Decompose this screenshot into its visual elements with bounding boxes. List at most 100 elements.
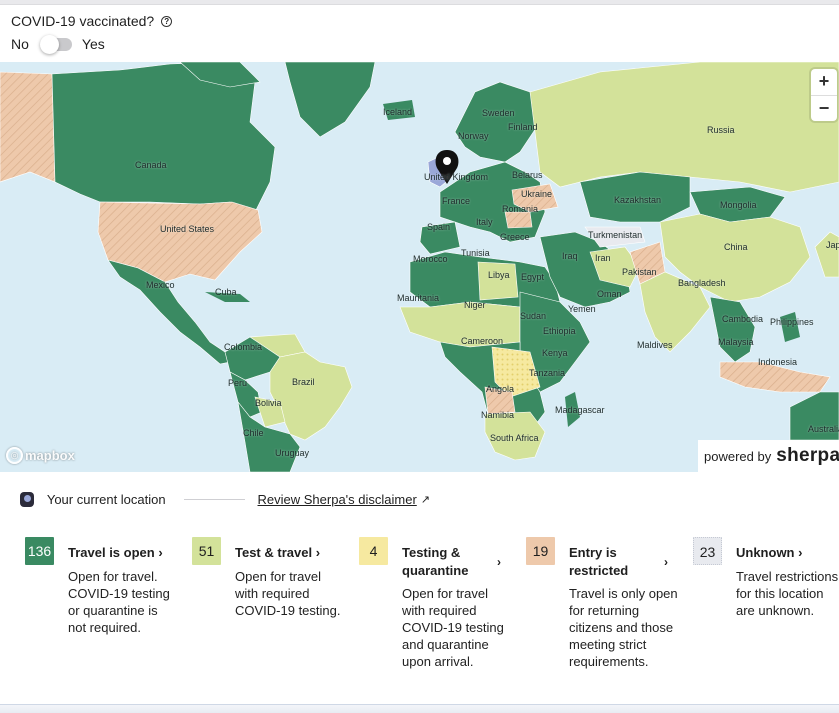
libya-region xyxy=(477,261,519,301)
legend-desc-line: not required. xyxy=(68,620,141,635)
divider-line xyxy=(183,498,245,500)
mapbox-logo-text: mapbox xyxy=(25,448,75,463)
legend-desc-line: upon arrival. xyxy=(402,654,474,669)
zoom-out-button[interactable]: − xyxy=(811,95,837,121)
map-label-finland: Finland xyxy=(508,122,538,132)
location-row: Your current location Review Sherpa's di… xyxy=(20,490,430,508)
map-label-cuba: Cuba xyxy=(215,287,237,297)
map-label-tanzania: Tanzania xyxy=(529,368,566,378)
legend-title: Test & travel › xyxy=(235,544,320,562)
top-bar xyxy=(0,0,839,5)
world-map[interactable]: Canada United States Mexico Cuba Colombi… xyxy=(0,62,839,472)
legend-desc-line: Travel restrictions xyxy=(736,569,839,584)
toggle-yes-label: Yes xyxy=(81,36,105,52)
chevron-right-icon: › xyxy=(158,545,163,560)
vaccination-question-label: COVID-19 vaccinated? xyxy=(11,13,155,29)
legend-desc-line: for this location xyxy=(736,586,824,601)
map-label-indonesia: Indonesia xyxy=(758,357,798,367)
map-label-morocco: Morocco xyxy=(413,254,448,264)
legend-title-line: Entry is xyxy=(569,545,617,560)
count-badge: 4 xyxy=(359,537,388,565)
map-label-italy: Italy xyxy=(476,217,493,227)
map-canvas[interactable] xyxy=(0,62,839,472)
map-label-canada: Canada xyxy=(135,160,167,170)
map-label-namibia: Namibia xyxy=(481,410,515,420)
chevron-right-icon: › xyxy=(315,545,321,560)
legend-desc-line: for returning xyxy=(569,603,640,618)
help-circle-icon[interactable]: ? xyxy=(161,15,173,27)
legend-desc-line: with required xyxy=(235,586,310,601)
map-label-colombia: Colombia xyxy=(224,342,263,352)
map-label-philippines: Philippines xyxy=(770,317,814,327)
legend-desc-line: meeting strict xyxy=(569,637,647,652)
map-label-sudan: Sudan xyxy=(520,311,547,321)
map-label-turkmenistan: Turkmenistan xyxy=(588,230,643,240)
powered-by-sherpa[interactable]: powered by sherpa° xyxy=(698,440,839,472)
map-label-chile: Chile xyxy=(243,428,264,438)
legend-desc-line: citizens and those xyxy=(569,620,674,635)
map-label-iraq: Iraq xyxy=(562,251,578,261)
current-location-label: Your current location xyxy=(46,491,166,507)
map-label-brazil: Brazil xyxy=(292,377,315,387)
legend-title-line: quarantine xyxy=(402,563,469,578)
map-label-mauritania: Mauritania xyxy=(397,293,440,303)
disclaimer-link[interactable]: Review Sherpa's disclaimer xyxy=(258,492,417,507)
map-label-tunisia: Tunisia xyxy=(461,248,490,258)
mapbox-logo[interactable]: ◎ mapbox xyxy=(6,447,75,464)
chevron-right-icon: › xyxy=(798,545,803,560)
external-link-icon[interactable]: ↗ xyxy=(421,493,430,506)
map-label-belarus: Belarus xyxy=(512,170,543,180)
legend-title: Entry is restricted xyxy=(569,544,628,580)
map-label-madagascar: Madagascar xyxy=(555,405,605,415)
legend-description: Travel is only open for returning citize… xyxy=(569,585,678,670)
toggle-no-label: No xyxy=(11,36,29,52)
map-label-australia: Australia xyxy=(808,424,839,434)
legend-title-line: Testing & xyxy=(402,545,461,560)
map-label-pakistan: Pakistan xyxy=(622,267,657,277)
legend-desc-line: COVID-19 testing xyxy=(68,586,170,601)
map-label-russia: Russia xyxy=(707,125,735,135)
vaccinated-toggle[interactable] xyxy=(39,34,72,54)
map-label-peru: Peru xyxy=(228,378,248,388)
map-label-malaysia: Malaysia xyxy=(718,337,754,347)
legend-desc-line: with required xyxy=(402,603,477,618)
legend-desc-line: Open for travel xyxy=(402,586,488,601)
legend: 136 Travel is open › Open for travel. CO… xyxy=(0,537,839,687)
map-label-south-africa: South Africa xyxy=(490,433,539,443)
russia-region xyxy=(529,62,839,193)
map-label-united-states: United States xyxy=(160,224,215,234)
legend-desc-line: are unknown. xyxy=(736,603,815,618)
zoom-in-button[interactable]: + xyxy=(811,69,837,95)
map-label-yemen: Yemen xyxy=(568,304,596,314)
southeast-asia-region xyxy=(709,296,756,363)
legend-description: Open for travel with required COVID-19 t… xyxy=(402,585,504,670)
map-label-greece: Greece xyxy=(500,232,530,242)
map-label-bolivia: Bolivia xyxy=(255,398,282,408)
legend-title: Testing & quarantine xyxy=(402,544,468,580)
legend-title-line: restricted xyxy=(569,563,629,578)
toggle-knob[interactable] xyxy=(39,34,59,54)
map-label-mexico: Mexico xyxy=(146,280,175,290)
map-label-romania: Romania xyxy=(502,204,539,214)
map-label-france: France xyxy=(442,196,471,206)
map-label-uruguay: Uruguay xyxy=(275,448,310,458)
map-label-spain: Spain xyxy=(427,222,451,232)
legend-description: Travel restrictions for this location ar… xyxy=(736,568,838,619)
chevron-right-icon: › xyxy=(497,555,501,569)
map-label-japan: Japan xyxy=(826,240,839,250)
map-label-kazakhstan: Kazakhstan xyxy=(614,195,662,205)
map-label-iran: Iran xyxy=(595,253,611,263)
map-label-iceland: Iceland xyxy=(383,107,413,117)
legend-description: Open for travel. COVID-19 testing or qua… xyxy=(68,568,170,636)
japan-region xyxy=(814,231,839,278)
vaccination-toggle-row: No Yes xyxy=(11,34,105,54)
map-label-ukraine: Ukraine xyxy=(521,189,553,199)
legend-desc-line: Travel is only open xyxy=(569,586,678,601)
sherpa-brand: sherpa° xyxy=(776,445,839,466)
map-label-cameroon: Cameroon xyxy=(461,336,504,346)
map-label-libya: Libya xyxy=(488,270,510,280)
legend-desc-line: COVID-19 testing. xyxy=(235,603,341,618)
legend-desc-line: COVID-19 testing xyxy=(402,620,504,635)
map-label-kenya: Kenya xyxy=(542,348,568,358)
powered-by-label: powered by xyxy=(704,448,772,464)
